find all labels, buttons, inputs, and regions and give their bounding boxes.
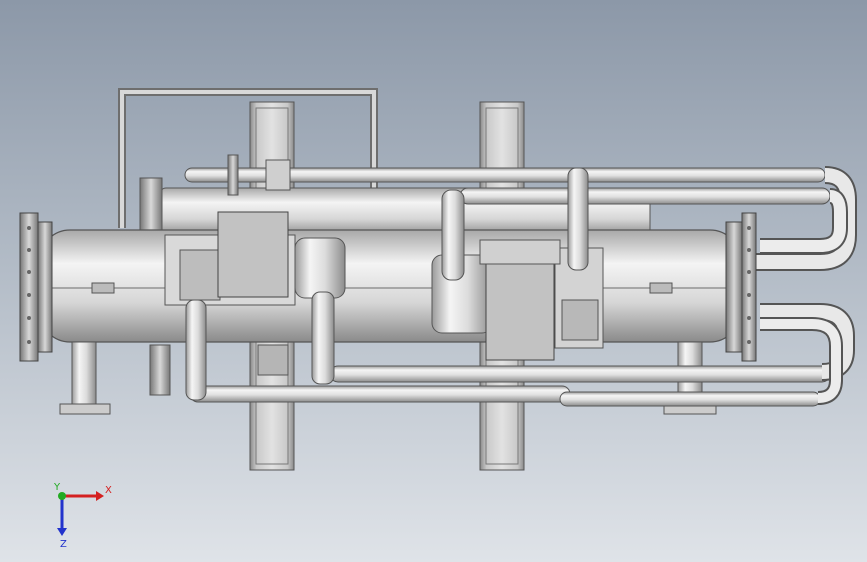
- orientation-triad: X Y Z: [53, 482, 112, 550]
- z-axis-arrow: [57, 528, 67, 536]
- x-axis-arrow: [96, 491, 104, 501]
- z-axis-label: Z: [60, 539, 67, 550]
- y-axis-label: Y: [53, 482, 61, 493]
- evaporator-shell: [39, 229, 741, 343]
- y-axis-dot: [58, 492, 66, 500]
- end-flange-right: [725, 212, 757, 362]
- cad-viewport[interactable]: X Y Z: [0, 0, 867, 562]
- support-foot-left: [59, 341, 111, 415]
- x-axis-label: X: [105, 485, 112, 496]
- end-flange-left: [19, 212, 53, 362]
- chiller-3d-model[interactable]: [0, 0, 867, 562]
